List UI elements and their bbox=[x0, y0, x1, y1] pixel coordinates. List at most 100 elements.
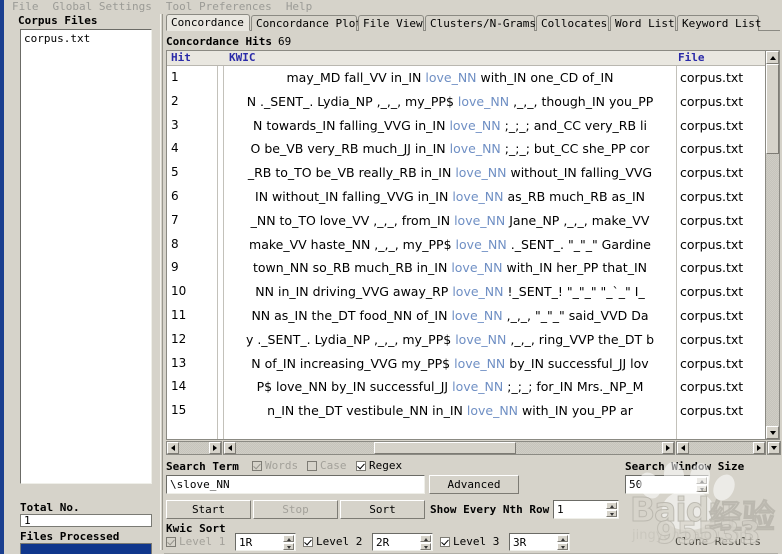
kwic-keyword[interactable]: love_NN bbox=[449, 114, 500, 138]
level3-checkbox-group[interactable]: Level 3 bbox=[440, 535, 499, 548]
kwic-keyword[interactable]: love_NN bbox=[451, 304, 502, 328]
table-row[interactable]: 1 may_MD fall_VV in_IN love_NN with_IN one_… bbox=[167, 66, 779, 90]
kwic-keyword[interactable]: love_NN bbox=[454, 352, 505, 376]
level3-checkbox[interactable] bbox=[440, 536, 450, 547]
table-row[interactable]: 4 O be_VB very_RB much_JJ in_IN love_NN ;_;… bbox=[167, 137, 779, 161]
search-input[interactable]: \slove_NN bbox=[166, 475, 425, 494]
spinner-buttons[interactable] bbox=[696, 477, 707, 492]
table-row[interactable]: 7 _NN to_TO love_VV ,_,_, from_IN love_NN J… bbox=[167, 209, 779, 233]
column-header-hit[interactable]: Hit bbox=[171, 51, 191, 65]
kwic-keyword[interactable]: love_NN bbox=[452, 280, 503, 304]
spinner-down-button[interactable] bbox=[696, 485, 707, 492]
kwic-keyword[interactable]: love_NN bbox=[452, 375, 503, 399]
table-vertical-scrollbar[interactable] bbox=[765, 51, 779, 439]
scroll-up-button[interactable] bbox=[766, 51, 779, 64]
start-button[interactable]: Start bbox=[166, 500, 251, 519]
spinner-up-button[interactable] bbox=[283, 535, 294, 542]
search-window-size-input[interactable]: 50 bbox=[625, 475, 709, 494]
words-checkbox[interactable] bbox=[252, 460, 262, 471]
spinner-up-button[interactable] bbox=[696, 477, 707, 484]
spinner-buttons[interactable] bbox=[606, 502, 617, 517]
list-item[interactable]: corpus.txt bbox=[24, 32, 151, 45]
kwic-keyword[interactable]: love_NN bbox=[467, 399, 518, 423]
table-row[interactable]: 11 NN as_IN the_DT food_NN of_IN love_NN ,_… bbox=[167, 304, 779, 328]
menu-item-tool-preferences[interactable]: Tool Preferences bbox=[166, 0, 272, 14]
tab-concordance-plot[interactable]: Concordance Plot bbox=[251, 15, 362, 31]
tab-collocates[interactable]: Collocates bbox=[536, 15, 609, 31]
level2-checkbox[interactable] bbox=[303, 536, 313, 547]
spinner-up-button[interactable] bbox=[606, 502, 617, 509]
table-row[interactable]: 5 _RB to_TO be_VB really_RB in_IN love_NN w… bbox=[167, 161, 779, 185]
clone-results-button[interactable]: Clone Results bbox=[664, 533, 772, 551]
kwic-keyword[interactable]: love_NN bbox=[425, 66, 476, 90]
spinner-down-button[interactable] bbox=[420, 543, 431, 550]
level1-checkbox-group[interactable]: Level 1 bbox=[166, 535, 225, 548]
table-row[interactable]: 12 y ._SENT_. Lydia_NP ,_,_, my_PP$ love_N… bbox=[167, 328, 779, 352]
kwic-keyword[interactable]: love_NN bbox=[452, 185, 503, 209]
level3-value-input[interactable]: 3R bbox=[509, 533, 570, 551]
scrollbar-track[interactable] bbox=[689, 442, 753, 454]
spinner-up-button[interactable] bbox=[557, 535, 568, 542]
scrollbar-thumb[interactable] bbox=[766, 64, 779, 154]
spinner-down-button[interactable] bbox=[557, 543, 568, 550]
regex-checkbox-group[interactable]: Regex bbox=[356, 459, 402, 472]
case-checkbox[interactable] bbox=[307, 460, 317, 471]
corpus-files-list[interactable]: corpus.txt bbox=[20, 29, 152, 484]
level2-checkbox-group[interactable]: Level 2 bbox=[303, 535, 362, 548]
column-header-kwic[interactable]: KWIC bbox=[229, 51, 256, 65]
kwic-keyword[interactable]: love_NN bbox=[455, 161, 506, 185]
table-row[interactable]: 14 P$ love_NN by_IN successful_JJ love_NN;… bbox=[167, 375, 779, 399]
hscroll-left-button[interactable] bbox=[167, 442, 179, 454]
column-header-file[interactable]: File bbox=[678, 51, 705, 65]
kwic-keyword[interactable]: love_NN bbox=[456, 233, 507, 257]
level1-checkbox[interactable] bbox=[166, 536, 176, 547]
kwic-keyword[interactable]: love_NN bbox=[455, 328, 506, 352]
tab-file-view[interactable]: File View bbox=[358, 15, 424, 31]
kwic-keyword[interactable]: love_NN bbox=[454, 209, 505, 233]
level2-value-input[interactable]: 2R bbox=[372, 533, 433, 551]
table-row[interactable]: 10 NN in_IN driving_VVG away_RP love_NN !_S… bbox=[167, 280, 779, 304]
words-checkbox-group[interactable]: Words bbox=[252, 459, 298, 472]
table-row[interactable]: 3 N towards_IN falling_VVG in_IN love_NN ;_… bbox=[167, 114, 779, 138]
scrollbar-corner[interactable] bbox=[767, 441, 781, 455]
stop-button[interactable]: Stop bbox=[253, 500, 338, 519]
kwic-keyword[interactable]: love_NN bbox=[451, 256, 502, 280]
tab-clusters-ngrams[interactable]: Clusters/N-Grams bbox=[425, 15, 536, 31]
file-column-hscrollbar[interactable] bbox=[676, 441, 766, 455]
hscroll-right-button[interactable] bbox=[209, 442, 221, 454]
spinner-up-button[interactable] bbox=[420, 535, 431, 542]
spinner-buttons[interactable] bbox=[557, 535, 568, 550]
hscroll-left-button[interactable] bbox=[224, 442, 236, 454]
hscroll-right-button[interactable] bbox=[662, 442, 674, 454]
hit-column-hscrollbar[interactable] bbox=[166, 441, 222, 455]
spinner-down-button[interactable] bbox=[606, 510, 617, 517]
kwic-keyword[interactable]: love_NN bbox=[450, 137, 501, 161]
table-row[interactable]: 2 N ._SENT_. Lydia_NP ,_,_, my_PP$ love_NN… bbox=[167, 90, 779, 114]
show-every-nth-row-input[interactable]: 1 bbox=[553, 500, 619, 519]
hscroll-right-button[interactable] bbox=[753, 442, 765, 454]
advanced-button[interactable]: Advanced bbox=[429, 475, 519, 494]
table-row[interactable]: 9 town_NN so_RB much_RB in_IN love_NN with_… bbox=[167, 256, 779, 280]
table-row[interactable]: 13 N of_IN increasing_VVG my_PP$ love_NN by… bbox=[167, 352, 779, 376]
spinner-buttons[interactable] bbox=[283, 535, 294, 550]
tab-keyword-list[interactable]: Keyword List bbox=[677, 15, 761, 31]
menu-item-global-settings[interactable]: Global Settings bbox=[53, 0, 152, 14]
kwic-column-hscrollbar[interactable] bbox=[223, 441, 675, 455]
sort-button[interactable]: Sort bbox=[340, 500, 425, 519]
hscroll-left-button[interactable] bbox=[677, 442, 689, 454]
table-row[interactable]: 8 make_VV haste_NN ,_,_, my_PP$ love_NN ._S… bbox=[167, 233, 779, 257]
spinner-buttons[interactable] bbox=[420, 535, 431, 550]
spinner-down-button[interactable] bbox=[283, 543, 294, 550]
kwic-keyword[interactable]: love_NN bbox=[458, 90, 509, 114]
level1-value-input[interactable]: 1R bbox=[235, 533, 296, 551]
tab-word-list[interactable]: Word List bbox=[610, 15, 676, 31]
table-row[interactable]: 15 n_IN the_DT vestibule_NN in_IN love_NN w… bbox=[167, 399, 779, 423]
menu-item-help[interactable]: Help bbox=[286, 0, 313, 14]
scroll-down-button[interactable] bbox=[768, 442, 780, 454]
case-checkbox-group[interactable]: Case bbox=[307, 459, 347, 472]
scrollbar-track[interactable] bbox=[179, 442, 209, 454]
scrollbar-thumb[interactable] bbox=[374, 442, 516, 454]
menu-item-file[interactable]: File bbox=[12, 0, 39, 14]
table-row[interactable]: 6 IN without_IN falling_VVG in_IN love_NN a… bbox=[167, 185, 779, 209]
tab-concordance[interactable]: Concordance bbox=[166, 14, 250, 31]
